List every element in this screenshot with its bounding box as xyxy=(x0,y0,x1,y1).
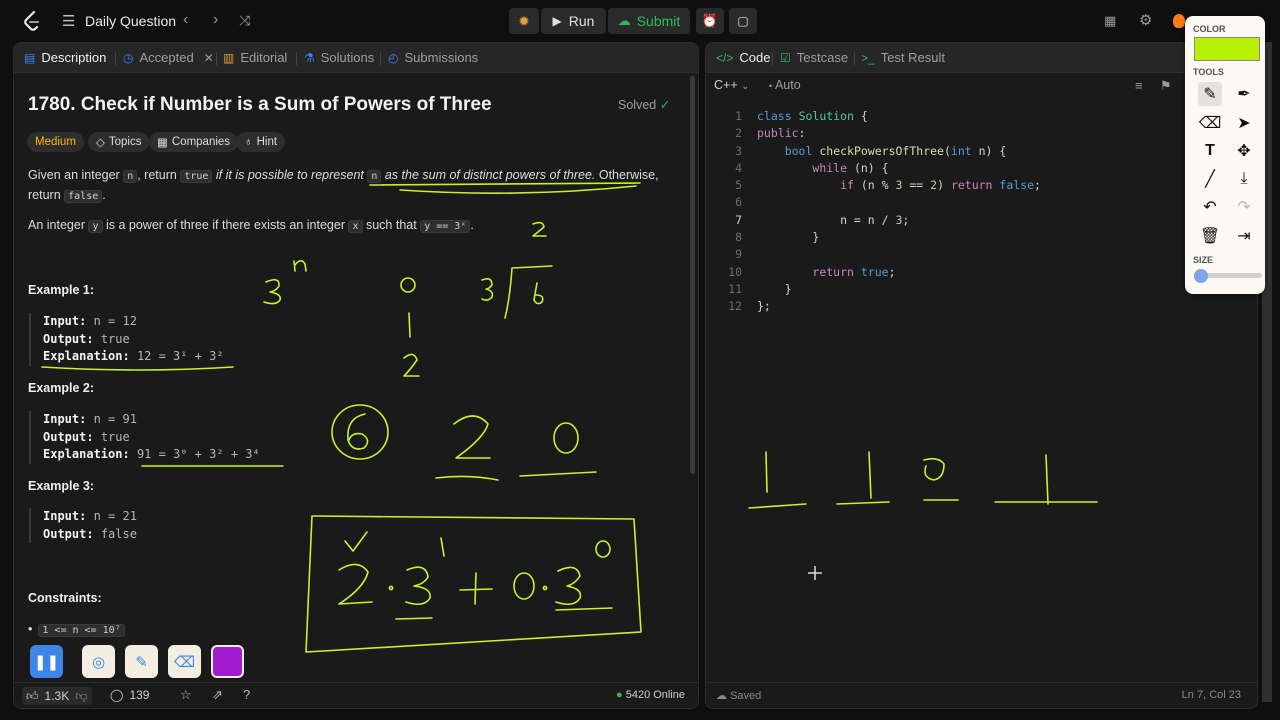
ink-box xyxy=(305,515,642,653)
ink-digit xyxy=(555,566,582,606)
ink-digit xyxy=(403,353,420,377)
ink-digit xyxy=(440,537,445,557)
ink-bracket xyxy=(504,265,553,319)
ink-underline xyxy=(369,182,641,186)
ink-digit xyxy=(532,221,547,237)
ink-digit xyxy=(1045,454,1049,505)
ink-digit xyxy=(595,540,611,558)
ink-underline xyxy=(748,503,807,509)
ink-circle xyxy=(331,404,389,460)
ink-stroke xyxy=(293,259,307,272)
ink-underline xyxy=(41,366,234,371)
ink-digit xyxy=(923,457,945,481)
ink-digit xyxy=(338,563,373,605)
ink-digit xyxy=(453,415,491,459)
ink-digit xyxy=(405,566,431,606)
ink-dot xyxy=(542,585,548,591)
ink-digit xyxy=(347,413,369,450)
ink-digit xyxy=(765,451,768,493)
ink-underline xyxy=(435,475,499,481)
ink-digit xyxy=(408,312,411,338)
ink-underline xyxy=(555,607,613,611)
ink-digit xyxy=(513,572,535,600)
ink-underline xyxy=(519,471,597,477)
ink-plus xyxy=(459,572,493,605)
ink-digit xyxy=(553,422,579,454)
annotation-layer xyxy=(41,182,1098,653)
ink-check xyxy=(344,531,368,552)
ink-underline xyxy=(395,617,433,620)
crosshair-cursor-icon xyxy=(808,566,822,580)
ink-digit xyxy=(481,278,494,301)
ink-dot xyxy=(388,585,394,591)
ink-stroke xyxy=(263,278,282,305)
ink-digit xyxy=(533,282,544,305)
ink-underline xyxy=(836,501,890,505)
ink-digit xyxy=(400,277,416,293)
ink-digit xyxy=(868,451,872,499)
ink-underline xyxy=(399,185,637,194)
